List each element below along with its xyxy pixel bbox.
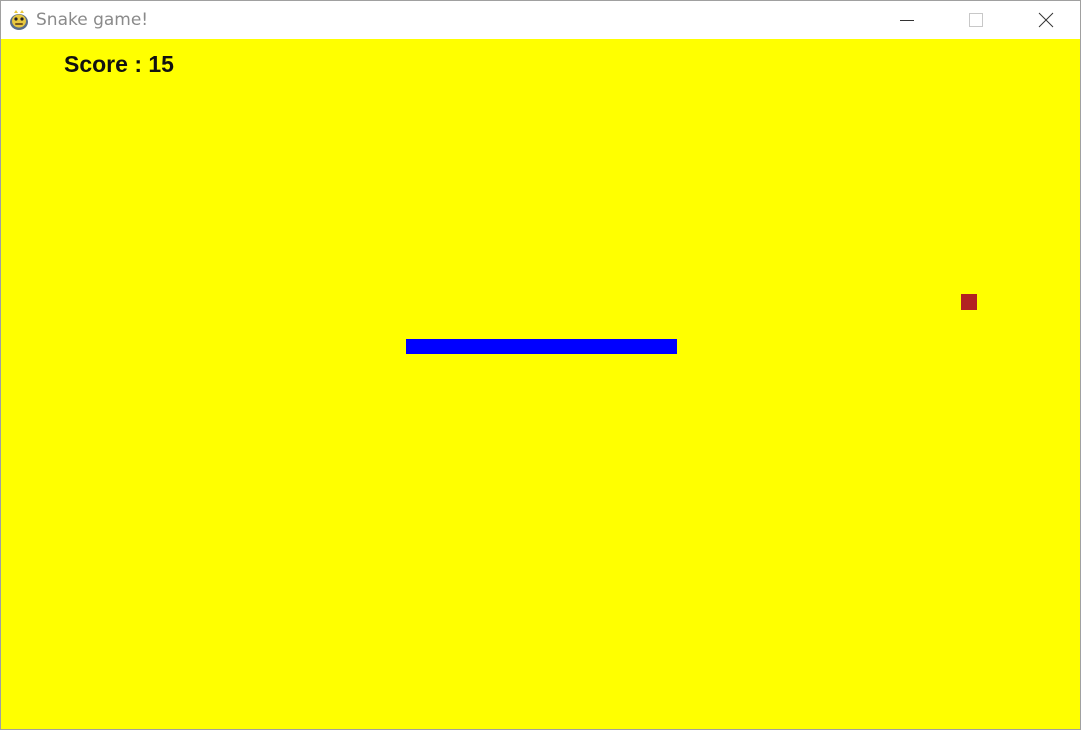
score-label: Score : 15 (64, 51, 174, 77)
minimize-button[interactable] (884, 1, 930, 39)
game-window: Snake game! Score : 15 (0, 0, 1081, 730)
food-pellet (961, 294, 977, 310)
minimize-icon (900, 20, 914, 21)
game-canvas[interactable]: Score : 15 (1, 39, 1080, 729)
close-button[interactable] (1023, 1, 1069, 39)
snake (406, 339, 677, 354)
maximize-icon (969, 13, 983, 27)
window-title: Snake game! (36, 10, 149, 30)
pygame-snake-icon (8, 9, 30, 31)
close-icon (1038, 12, 1054, 28)
title-bar[interactable]: Snake game! (1, 1, 1080, 39)
maximize-button[interactable] (952, 1, 998, 39)
